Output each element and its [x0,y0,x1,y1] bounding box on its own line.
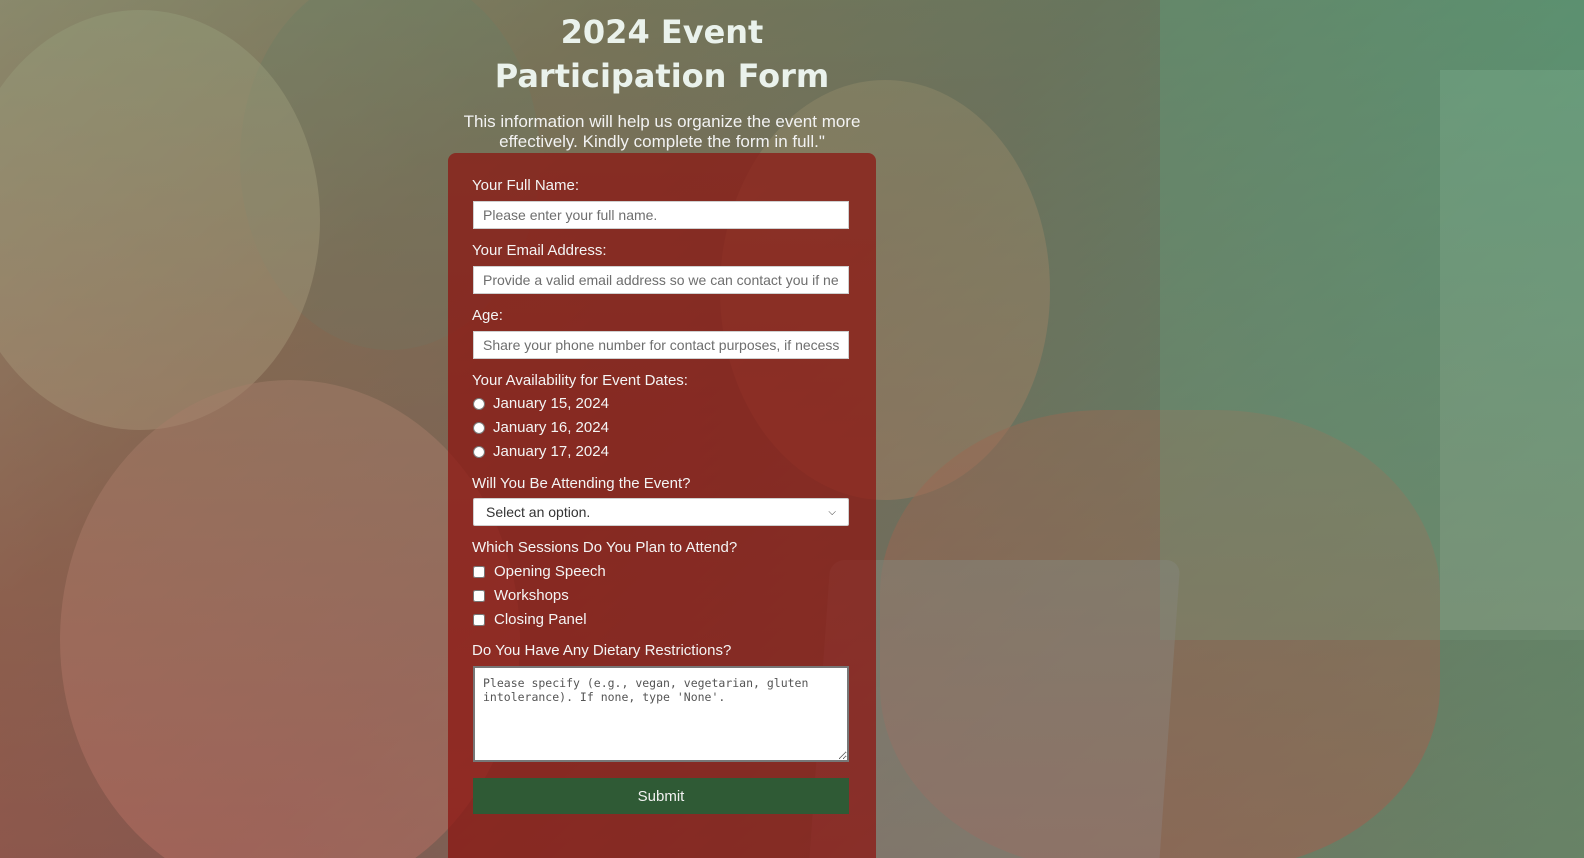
sessions-label: Which Sessions Do You Plan to Attend? [472,539,738,556]
dietary-label: Do You Have Any Dietary Restrictions? [472,642,732,659]
session-option-label: Closing Panel [494,611,587,628]
session-option-workshops[interactable]: Workshops [473,587,569,604]
email-label: Your Email Address: [472,242,607,259]
availability-option-jan-15[interactable]: January 15, 2024 [473,395,609,412]
attending-select-value: Select an option. [486,504,591,520]
form-container: 2024 Event Participation Form This infor… [448,0,876,858]
submit-button[interactable]: Submit [473,778,849,814]
availability-option-label: January 16, 2024 [493,419,609,436]
session-option-label: Workshops [494,587,569,604]
availability-radio-jan-15[interactable] [473,397,485,410]
availability-option-label: January 17, 2024 [493,443,609,460]
session-option-closing-panel[interactable]: Closing Panel [473,611,587,628]
intro-text: This information will help us organize t… [463,112,861,151]
full-name-input[interactable] [473,201,849,229]
participation-form: Your Full Name: Your Email Address: Age:… [448,153,876,858]
attending-label: Will You Be Attending the Event? [472,475,691,492]
page-title: 2024 Event Participation Form [494,13,830,95]
dietary-textarea[interactable] [473,666,849,762]
age-label: Age: [472,307,503,324]
availability-option-label: January 15, 2024 [493,395,609,412]
chevron-down-icon: ⌵ [828,506,836,518]
session-option-label: Opening Speech [494,563,606,580]
session-checkbox-workshops[interactable] [473,589,485,602]
session-checkbox-closing-panel[interactable] [473,613,485,626]
session-checkbox-opening-speech[interactable] [473,565,485,578]
email-input[interactable] [473,266,849,294]
age-input[interactable] [473,331,849,359]
availability-option-jan-17[interactable]: January 17, 2024 [473,443,609,460]
session-option-opening-speech[interactable]: Opening Speech [473,563,606,580]
availability-radio-jan-17[interactable] [473,445,485,458]
availability-option-jan-16[interactable]: January 16, 2024 [473,419,609,436]
availability-label: Your Availability for Event Dates: [472,372,688,389]
availability-radio-jan-16[interactable] [473,421,485,434]
full-name-label: Your Full Name: [472,177,579,194]
attending-select[interactable]: Select an option. ⌵ [473,498,849,526]
